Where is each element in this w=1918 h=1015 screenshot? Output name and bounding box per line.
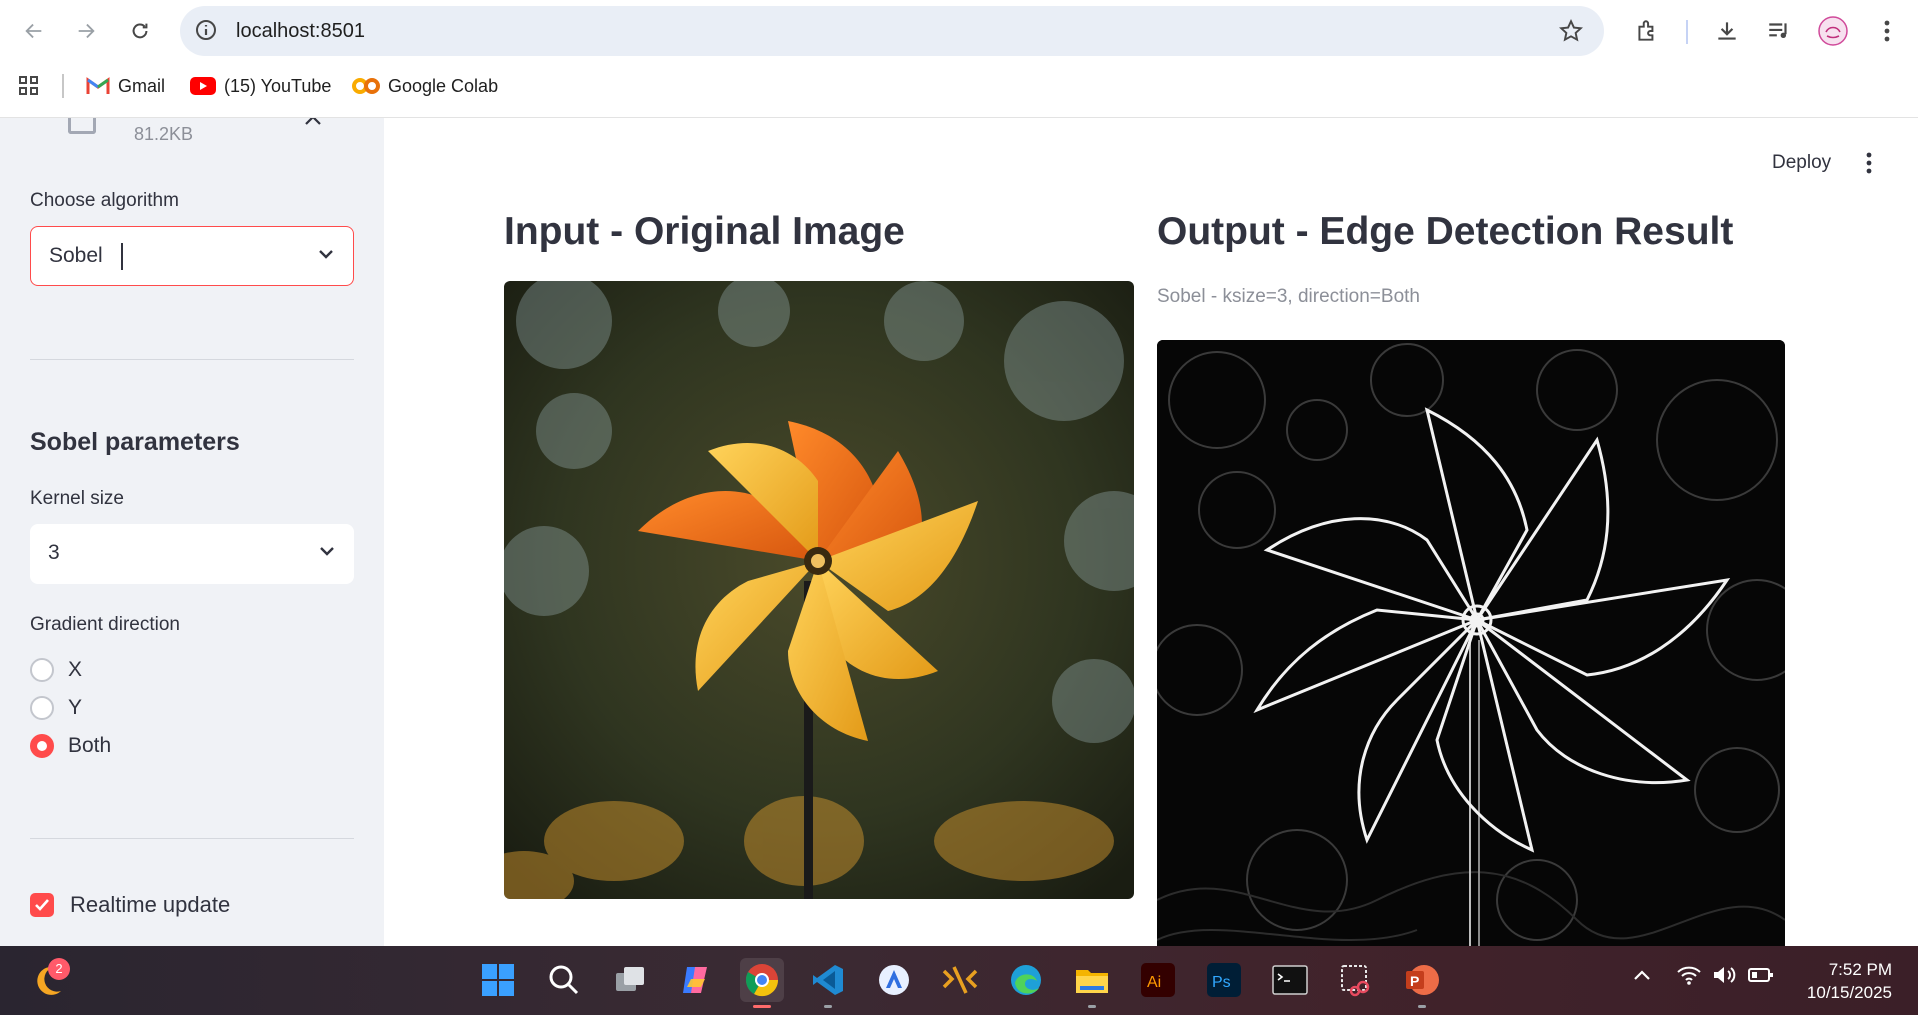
youtube-icon <box>190 77 216 95</box>
weather-badge: 2 <box>48 958 70 980</box>
check-icon <box>35 899 49 911</box>
svg-text:P: P <box>1410 973 1419 989</box>
browser-chrome: localhost:8501 Gmail (15) YouTube Google… <box>0 0 1918 118</box>
bookmark-youtube[interactable]: (15) YouTube <box>190 68 331 104</box>
svg-text:Ps: Ps <box>1212 974 1231 991</box>
system-clock[interactable]: 7:52 PM 10/15/2025 <box>1807 958 1892 1004</box>
uploaded-file-size: 81.2KB <box>134 124 194 144</box>
terminal-icon[interactable] <box>1268 958 1312 1002</box>
url-text[interactable]: localhost:8501 <box>236 20 365 43</box>
show-hidden-icons-chevron-icon[interactable] <box>1632 968 1652 987</box>
copilot-icon[interactable] <box>674 958 718 1002</box>
radio-label: Y <box>68 696 83 719</box>
bookmark-star-icon[interactable] <box>1558 18 1584 49</box>
reload-icon <box>132 23 148 39</box>
output-caption: Sobel - ksize=3, direction=Both <box>1157 286 1420 307</box>
running-indicator <box>1088 1005 1096 1008</box>
algorithm-select[interactable]: Sobel <box>30 226 354 286</box>
forward-button[interactable] <box>68 13 104 49</box>
bookmark-label: Google Colab <box>388 75 499 96</box>
browser-toolbar: localhost:8501 <box>0 0 1918 62</box>
output-heading: Output - Edge Detection Result <box>1157 210 1734 253</box>
sidebar-divider <box>30 359 354 360</box>
site-info-icon[interactable] <box>194 18 218 47</box>
apps-grid-icon[interactable] <box>18 68 40 104</box>
forward-arrow-icon <box>78 23 95 39</box>
radio-option-x[interactable]: X <box>30 658 82 682</box>
algorithm-label: Choose algorithm <box>30 190 179 211</box>
bookmark-gmail[interactable]: Gmail <box>86 68 165 104</box>
back-button[interactable] <box>16 13 52 49</box>
radio-button[interactable] <box>30 658 54 682</box>
realtime-update-checkbox[interactable]: Realtime update <box>30 892 230 918</box>
profile-avatar[interactable] <box>1816 14 1850 48</box>
task-view-icon[interactable] <box>608 958 652 1002</box>
params-heading: Sobel parameters <box>30 428 240 456</box>
address-bar[interactable]: localhost:8501 <box>180 6 1604 56</box>
clock-time: 7:52 PM <box>1828 960 1892 979</box>
photoshop-icon[interactable]: Ps <box>1202 958 1246 1002</box>
running-indicator <box>1418 1005 1426 1008</box>
search-icon[interactable] <box>542 958 586 1002</box>
kernel-size-label: Kernel size <box>30 488 124 509</box>
gradient-direction-label: Gradient direction <box>30 614 180 635</box>
radio-label: X <box>68 658 83 681</box>
reload-button[interactable] <box>122 13 158 49</box>
bookmark-label: Gmail <box>118 75 166 96</box>
algorithm-select-value: Sobel <box>49 244 103 267</box>
running-indicator <box>824 1005 832 1008</box>
radio-button-selected[interactable] <box>30 734 54 758</box>
snipping-tool-icon[interactable] <box>1334 958 1378 1002</box>
browser-menu-icon[interactable] <box>1870 14 1904 48</box>
bookmark-colab[interactable]: Google Colab <box>352 68 498 104</box>
radio-button[interactable] <box>30 696 54 720</box>
svg-text:Ai: Ai <box>1147 974 1161 991</box>
text-cursor <box>121 243 123 270</box>
media-control-icon[interactable] <box>1762 14 1796 48</box>
back-arrow-icon <box>25 23 42 39</box>
file-explorer-icon[interactable] <box>1070 958 1114 1008</box>
chevron-down-icon <box>317 247 335 265</box>
active-indicator <box>753 1005 771 1008</box>
checkbox-checked[interactable] <box>30 893 54 917</box>
colab-icon <box>352 78 380 94</box>
sidebar-divider <box>30 838 354 839</box>
radio-option-both[interactable]: Both <box>30 734 111 758</box>
bookmarks-divider <box>62 74 64 98</box>
file-icon <box>68 118 96 134</box>
wifi-icon[interactable] <box>1676 964 1702 991</box>
edge-icon[interactable] <box>1004 958 1048 1002</box>
toolbar-divider <box>1686 20 1688 44</box>
battery-icon[interactable] <box>1748 966 1774 989</box>
output-image-edges <box>1157 340 1785 946</box>
bookmark-label: (15) YouTube <box>224 75 332 96</box>
vscode-icon[interactable] <box>806 958 850 1008</box>
downloads-icon[interactable] <box>1710 14 1744 48</box>
clock-date: 10/15/2025 <box>1806 983 1892 1002</box>
input-image-pinwheel <box>504 281 1134 899</box>
app-menu-icon[interactable] <box>1866 152 1872 179</box>
app-store-icon[interactable] <box>872 958 916 1002</box>
remove-file-close-icon[interactable] <box>302 118 324 133</box>
chevron-down-icon <box>318 544 336 562</box>
input-heading: Input - Original Image <box>504 210 905 253</box>
gmail-icon <box>86 77 110 94</box>
kernel-size-select[interactable]: 3 <box>30 524 354 584</box>
checkbox-label: Realtime update <box>70 892 231 917</box>
radio-label: Both <box>68 734 112 757</box>
extensions-icon[interactable] <box>1630 14 1664 48</box>
chrome-icon[interactable] <box>740 958 784 1008</box>
volume-icon[interactable] <box>1712 964 1738 991</box>
deploy-button[interactable]: Deploy <box>1772 152 1831 174</box>
kernel-size-value: 3 <box>48 541 60 564</box>
windows-taskbar: 2 Ai Ps P 7:52 PM 10/15/2025 <box>0 946 1918 1015</box>
bookmarks-bar: Gmail (15) YouTube Google Colab <box>0 68 1918 104</box>
bridge-icon[interactable] <box>938 958 982 1002</box>
powerpoint-icon[interactable]: P <box>1400 958 1444 1008</box>
radio-option-y[interactable]: Y <box>30 696 82 720</box>
main-content: Deploy Input - Original Image Output - E… <box>384 118 1918 946</box>
illustrator-icon[interactable]: Ai <box>1136 958 1180 1002</box>
sidebar: 81.2KB Choose algorithm Sobel Sobel para… <box>0 118 384 946</box>
start-icon[interactable] <box>476 958 520 1002</box>
